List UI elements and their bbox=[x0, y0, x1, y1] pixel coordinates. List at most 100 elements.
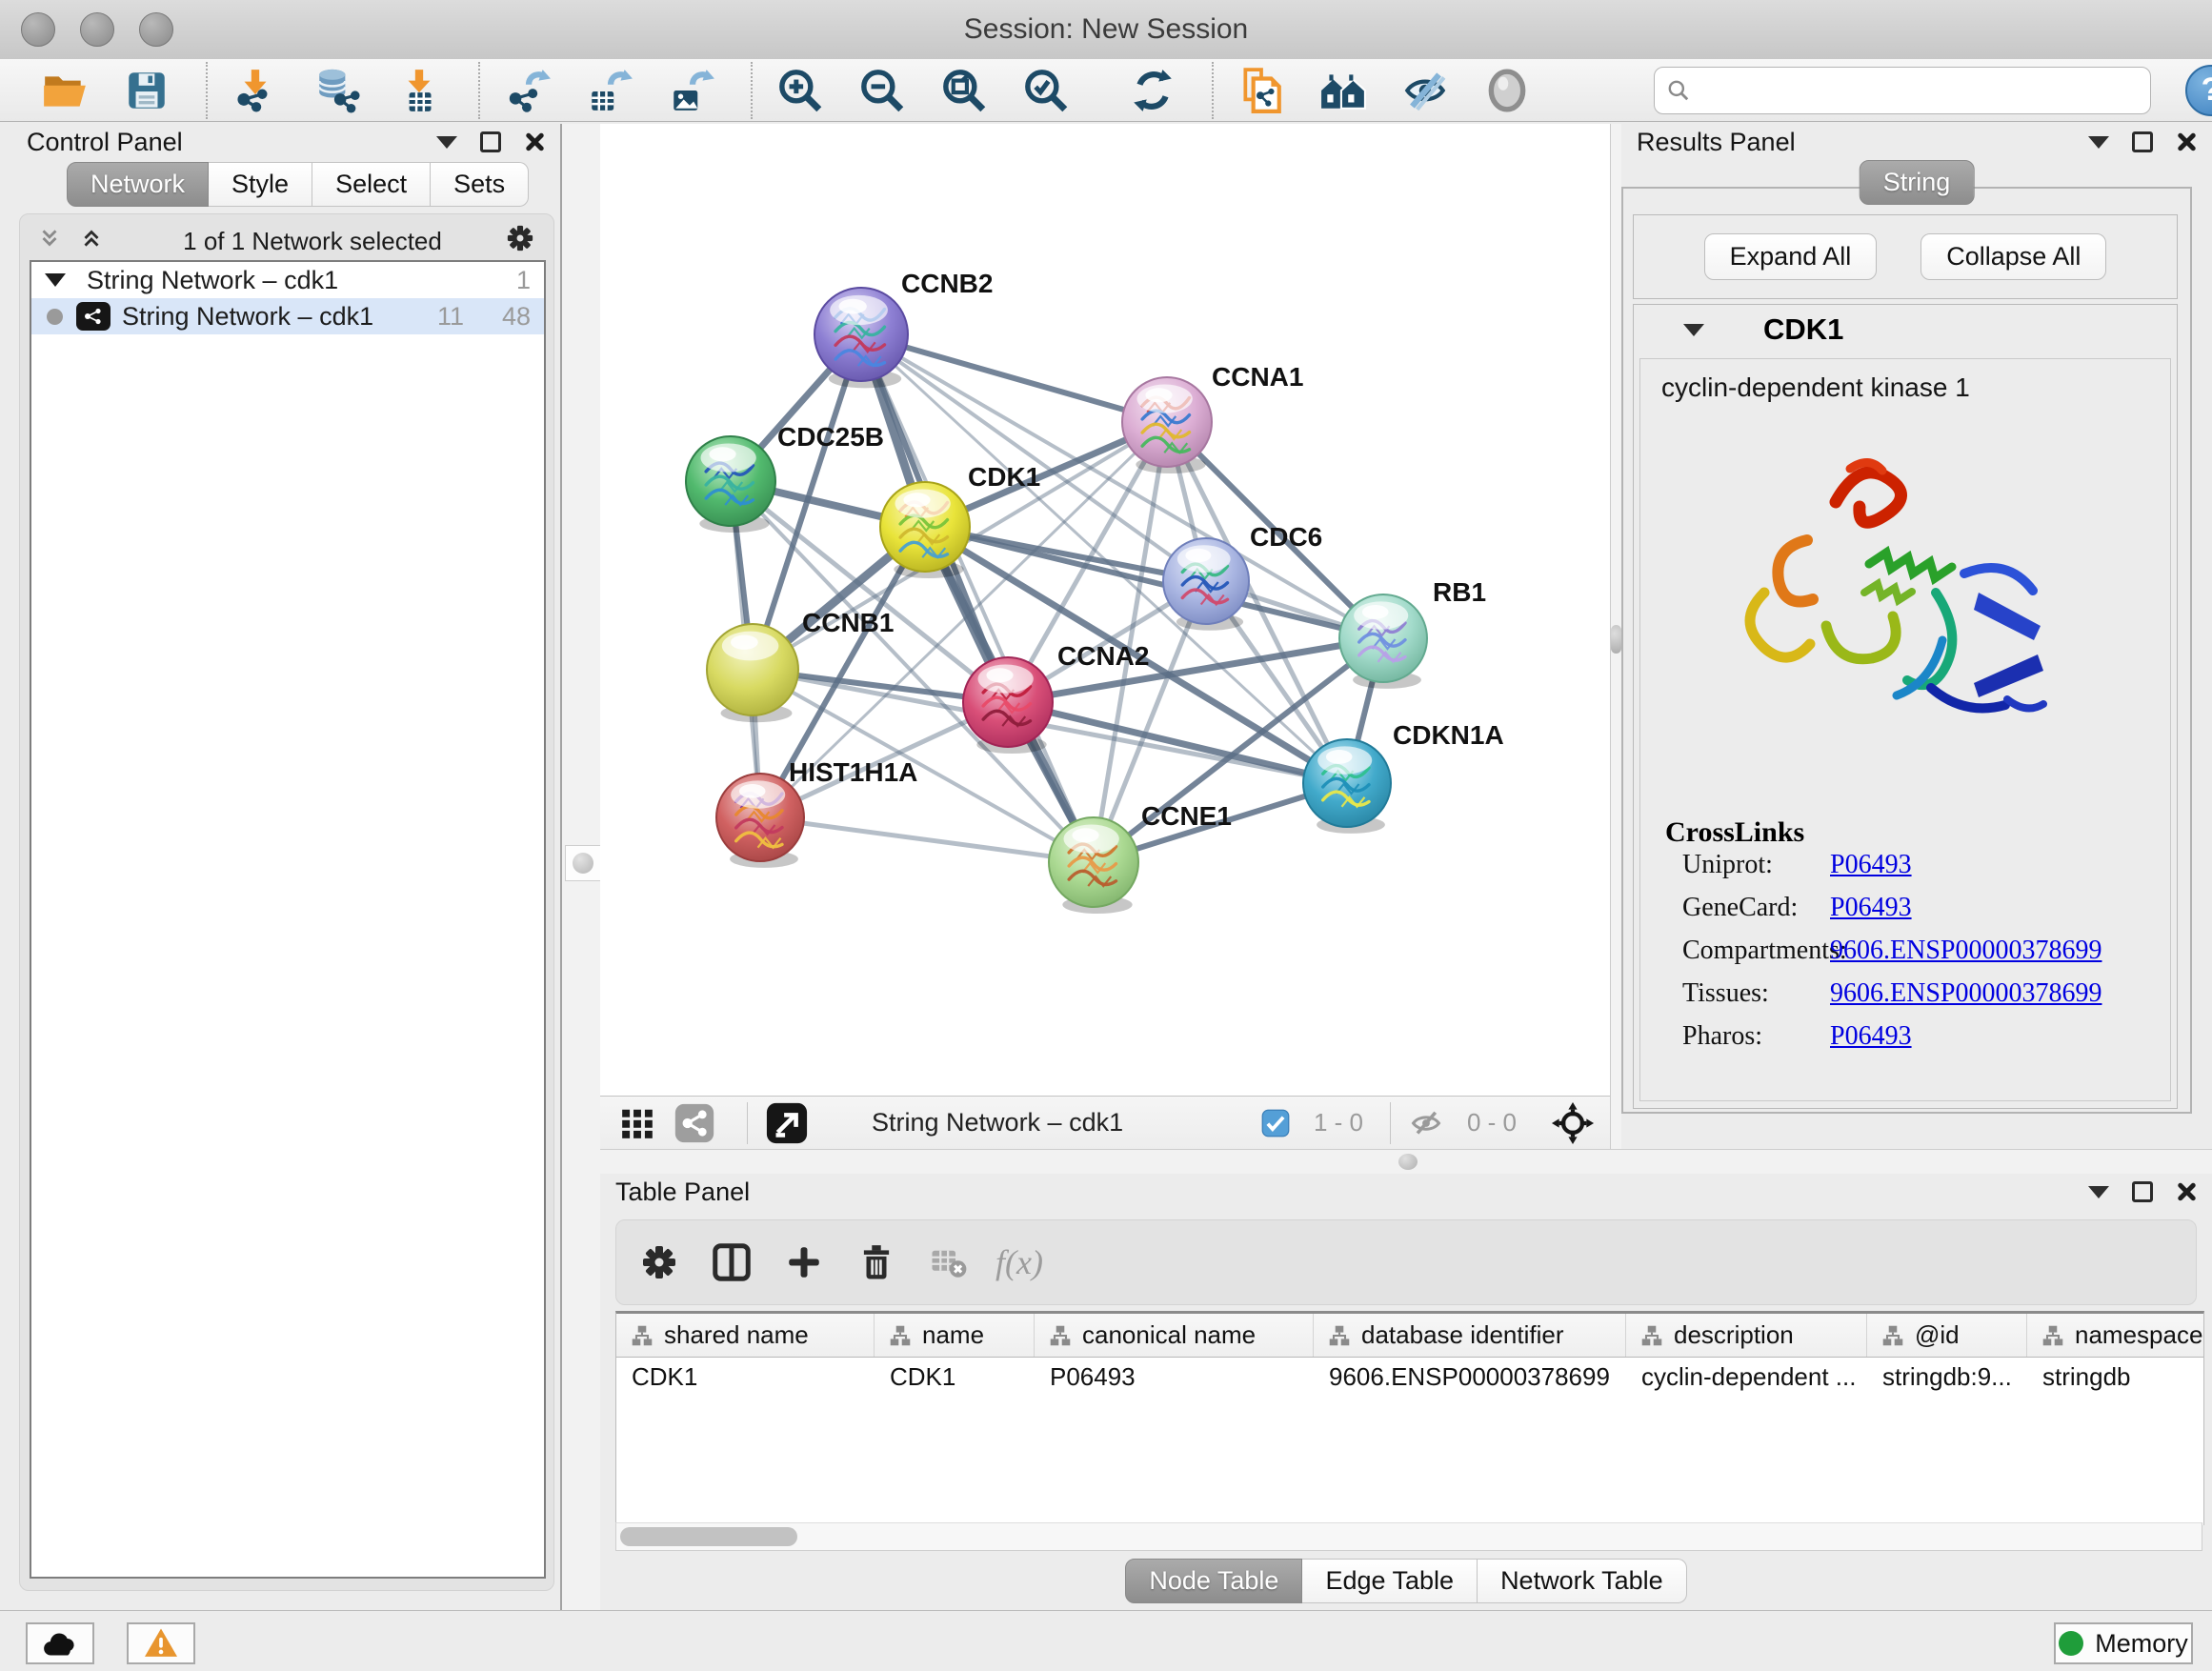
network-node-CDC25B[interactable]: CDC25B bbox=[686, 422, 884, 533]
column-header-description[interactable]: description bbox=[1626, 1314, 1867, 1357]
crosslink-value-link[interactable]: 9606.ENSP00000378699 bbox=[1830, 978, 2101, 1009]
table-cell[interactable]: cyclin-dependent ... bbox=[1626, 1358, 1867, 1396]
panel-menu-icon[interactable] bbox=[2088, 136, 2109, 149]
collapse-all-button[interactable]: Collapse All bbox=[1920, 233, 2106, 280]
protein-section-header[interactable]: CDK1 bbox=[1634, 305, 2177, 354]
network-node-CCNA1[interactable]: CCNA1 bbox=[1122, 362, 1303, 473]
table-cell[interactable]: CDK1 bbox=[875, 1358, 1035, 1396]
table-cell[interactable]: 9606.ENSP00000378699 bbox=[1314, 1358, 1626, 1396]
tab-sets[interactable]: Sets bbox=[431, 162, 529, 207]
float-panel-icon[interactable] bbox=[2132, 131, 2153, 152]
float-panel-icon[interactable] bbox=[480, 131, 501, 152]
crosslink-value-link[interactable]: P06493 bbox=[1830, 850, 1912, 880]
crosshair-icon[interactable] bbox=[1551, 1101, 1595, 1145]
horizontal-scrollbar[interactable] bbox=[615, 1522, 2202, 1551]
table-options-gear-icon[interactable] bbox=[633, 1237, 685, 1288]
control-panel-title: Control Panel bbox=[27, 128, 183, 157]
node-label: CCNA2 bbox=[1057, 641, 1149, 671]
tab-select[interactable]: Select bbox=[312, 162, 431, 207]
apply-preferred-layout-icon[interactable] bbox=[1126, 64, 1179, 117]
export-table-icon[interactable] bbox=[583, 64, 636, 117]
network-share-icon[interactable] bbox=[673, 1101, 716, 1145]
zoom-out-icon[interactable] bbox=[855, 64, 909, 117]
network-node-RB1[interactable]: RB1 bbox=[1339, 577, 1486, 689]
collection-caret-icon[interactable] bbox=[45, 273, 66, 287]
network-row[interactable]: String Network – cdk1 11 48 bbox=[31, 298, 544, 334]
cybrowser-home-icon[interactable] bbox=[1317, 64, 1370, 117]
tab-node-table[interactable]: Node Table bbox=[1125, 1559, 1302, 1603]
warning-button[interactable] bbox=[127, 1622, 195, 1664]
close-panel-icon[interactable] bbox=[524, 131, 545, 152]
section-caret-icon[interactable] bbox=[1683, 324, 1704, 336]
delete-column-trash-icon[interactable] bbox=[851, 1237, 902, 1288]
tab-network[interactable]: Network bbox=[67, 162, 209, 207]
splitter-handle[interactable] bbox=[565, 845, 601, 881]
column-header--id[interactable]: @id bbox=[1867, 1314, 2027, 1357]
birdseye-grid-icon[interactable] bbox=[615, 1101, 659, 1145]
column-header-name[interactable]: name bbox=[875, 1314, 1035, 1357]
column-header-canonical-name[interactable]: canonical name bbox=[1035, 1314, 1314, 1357]
crosslink-value-link[interactable]: P06493 bbox=[1830, 1021, 1912, 1052]
node-label: RB1 bbox=[1433, 577, 1486, 607]
search-field[interactable] bbox=[1654, 67, 2151, 114]
memory-button[interactable]: Memory bbox=[2054, 1622, 2193, 1664]
splitter-handle[interactable] bbox=[1611, 625, 1621, 654]
show-hide-details-icon[interactable] bbox=[1398, 64, 1452, 117]
string-document-icon[interactable] bbox=[1235, 64, 1288, 117]
network-options-gear-icon[interactable] bbox=[504, 222, 536, 261]
expand-all-button[interactable]: Expand All bbox=[1704, 233, 1878, 280]
close-panel-icon[interactable] bbox=[2176, 1181, 2197, 1202]
selected-checkbox-icon[interactable] bbox=[1260, 1101, 1291, 1145]
zoom-fit-icon[interactable] bbox=[937, 64, 991, 117]
close-panel-icon[interactable] bbox=[2176, 131, 2197, 152]
zoom-in-icon[interactable] bbox=[774, 64, 827, 117]
table-cell[interactable]: P06493 bbox=[1035, 1358, 1314, 1396]
table-cell[interactable]: CDK1 bbox=[616, 1358, 875, 1396]
create-column-plus-icon[interactable] bbox=[778, 1237, 830, 1288]
network-node-CCNB2[interactable]: CCNB2 bbox=[814, 269, 993, 388]
tab-string[interactable]: String bbox=[1860, 160, 1975, 205]
tab-style[interactable]: Style bbox=[209, 162, 312, 207]
network-collection-row[interactable]: String Network – cdk1 1 bbox=[31, 262, 544, 298]
control-panel-splitter[interactable] bbox=[560, 124, 603, 1610]
cloud-icon bbox=[41, 1629, 79, 1658]
tab-network-table[interactable]: Network Table bbox=[1478, 1559, 1687, 1603]
import-network-from-database-icon[interactable] bbox=[311, 64, 364, 117]
float-panel-icon[interactable] bbox=[2132, 1181, 2153, 1202]
table-panel-header: Table Panel bbox=[600, 1174, 2212, 1210]
column-header-shared-name[interactable]: shared name bbox=[616, 1314, 875, 1357]
panel-menu-icon[interactable] bbox=[2088, 1186, 2109, 1198]
tab-edge-table[interactable]: Edge Table bbox=[1302, 1559, 1478, 1603]
help-button[interactable]: ? bbox=[2185, 65, 2212, 116]
collapse-all-networks-icon[interactable] bbox=[37, 226, 62, 257]
network-node-CDC6[interactable]: CDC6 bbox=[1163, 522, 1322, 631]
expand-all-networks-icon[interactable] bbox=[79, 226, 104, 257]
search-input[interactable] bbox=[1699, 74, 2139, 106]
table-panel-splitter[interactable] bbox=[600, 1149, 2212, 1176]
column-header-namespace[interactable]: namespace bbox=[2027, 1314, 2204, 1357]
network-tree: String Network – cdk1 1 String Network –… bbox=[30, 260, 546, 1579]
save-session-icon[interactable] bbox=[120, 64, 173, 117]
import-network-from-file-icon[interactable] bbox=[229, 64, 282, 117]
import-table-from-file-icon[interactable] bbox=[392, 64, 446, 117]
table-cell[interactable]: stringdb:9... bbox=[1867, 1358, 2027, 1396]
splitter-handle[interactable] bbox=[1398, 1154, 1418, 1170]
table-cell[interactable]: stringdb bbox=[2027, 1358, 2204, 1396]
scrollbar-thumb[interactable] bbox=[620, 1527, 797, 1546]
column-header-database-identifier[interactable]: database identifier bbox=[1314, 1314, 1626, 1357]
network-canvas[interactable]: CCNB2CCNA1CDC25BCDK1CDC6RB1CCNB1CCNA2CDK… bbox=[600, 124, 1610, 1096]
export-network-icon[interactable] bbox=[501, 64, 554, 117]
show-columns-icon[interactable] bbox=[706, 1237, 757, 1288]
panel-menu-icon[interactable] bbox=[436, 136, 457, 149]
network-node-CDKN1A[interactable]: CDKN1A bbox=[1303, 720, 1504, 834]
crosslink-value-link[interactable]: P06493 bbox=[1830, 893, 1912, 923]
table-row[interactable]: CDK1CDK1P064939606.ENSP00000378699cyclin… bbox=[616, 1358, 2203, 1396]
export-image-icon[interactable] bbox=[665, 64, 718, 117]
zoom-selected-icon[interactable] bbox=[1019, 64, 1073, 117]
cloud-button[interactable] bbox=[26, 1622, 94, 1664]
open-in-window-icon[interactable] bbox=[765, 1101, 809, 1145]
network-edge[interactable] bbox=[760, 817, 1094, 862]
open-file-icon[interactable] bbox=[38, 64, 91, 117]
crosslink-value-link[interactable]: 9606.ENSP00000378699 bbox=[1830, 936, 2101, 966]
network-node-HIST1H1A[interactable]: HIST1H1A bbox=[716, 757, 917, 868]
